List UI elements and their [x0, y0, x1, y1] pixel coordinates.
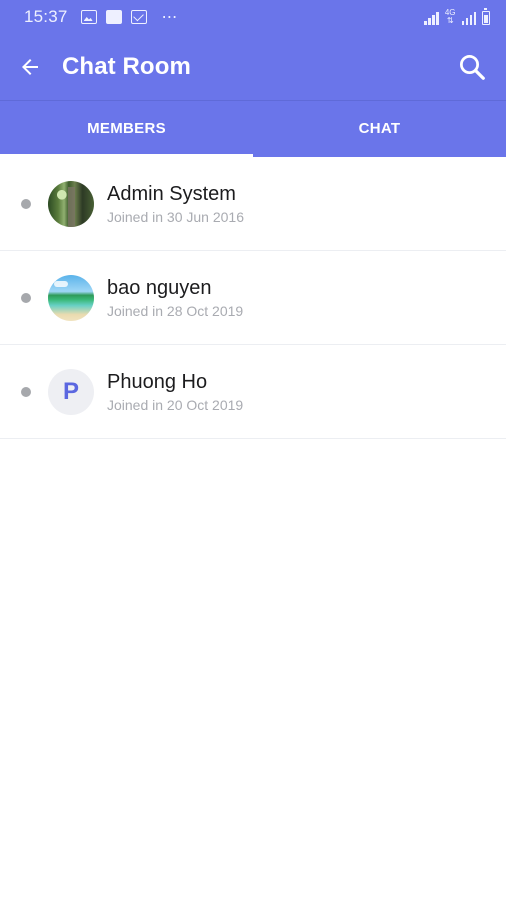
battery-icon [482, 8, 490, 25]
avatar [48, 274, 94, 321]
tab-bar: MEMBERS CHAT [0, 100, 506, 157]
signal-strength-icon [424, 11, 439, 25]
member-name: Phuong Ho [107, 371, 208, 393]
avatar: P [48, 368, 94, 415]
back-button[interactable] [16, 53, 44, 81]
app-notification-icon [105, 10, 122, 24]
gallery-notification-icon [80, 10, 97, 24]
network-activity-label: ⇅ [446, 16, 454, 25]
member-joined-date: Joined in 30 Jun 2016 [107, 209, 244, 225]
tab-chat[interactable]: CHAT [253, 101, 506, 157]
member-name: bao nguyen [107, 277, 212, 299]
network-type-icon: 4G ⇅ [445, 9, 456, 25]
member-text: Admin System Joined in 30 Jun 2016 [107, 182, 244, 225]
status-bar: 15:37 ⋯ 4G ⇅ [0, 0, 506, 34]
list-item[interactable]: P Phuong Ho Joined in 20 Oct 2019 [0, 345, 506, 439]
app-bar: Chat Room [0, 34, 506, 100]
offline-status-dot [21, 386, 31, 397]
member-text: bao nguyen Joined in 28 Oct 2019 [107, 276, 243, 319]
search-button[interactable] [456, 51, 488, 83]
member-list: Admin System Joined in 30 Jun 2016 bao n… [0, 157, 506, 439]
status-bar-left: 15:37 ⋯ [24, 7, 180, 27]
list-item[interactable]: bao nguyen Joined in 28 Oct 2019 [0, 251, 506, 345]
tab-members[interactable]: MEMBERS [0, 101, 253, 157]
chat-room-screen: 15:37 ⋯ 4G ⇅ Chat Room MEMBERS CHAT Admi… [0, 0, 506, 900]
page-title: Chat Room [62, 53, 191, 80]
member-joined-date: Joined in 28 Oct 2019 [107, 303, 244, 319]
search-icon [460, 55, 485, 80]
member-joined-date: Joined in 20 Oct 2019 [107, 397, 244, 413]
active-tab-indicator [0, 154, 253, 157]
avatar-initial: P [62, 377, 79, 405]
mail-notification-icon [130, 10, 147, 24]
offline-status-dot [21, 198, 31, 209]
more-notifications-icon: ⋯ [161, 9, 180, 26]
status-time: 15:37 [24, 7, 68, 26]
member-text: Phuong Ho Joined in 20 Oct 2019 [107, 370, 243, 413]
avatar [48, 180, 94, 227]
arrow-left-icon [22, 59, 38, 75]
member-name: Admin System [107, 183, 236, 205]
status-bar-right: 4G ⇅ [424, 8, 490, 25]
signal-strength-2-icon [461, 11, 476, 25]
list-item[interactable]: Admin System Joined in 30 Jun 2016 [0, 157, 506, 251]
offline-status-dot [21, 292, 31, 303]
